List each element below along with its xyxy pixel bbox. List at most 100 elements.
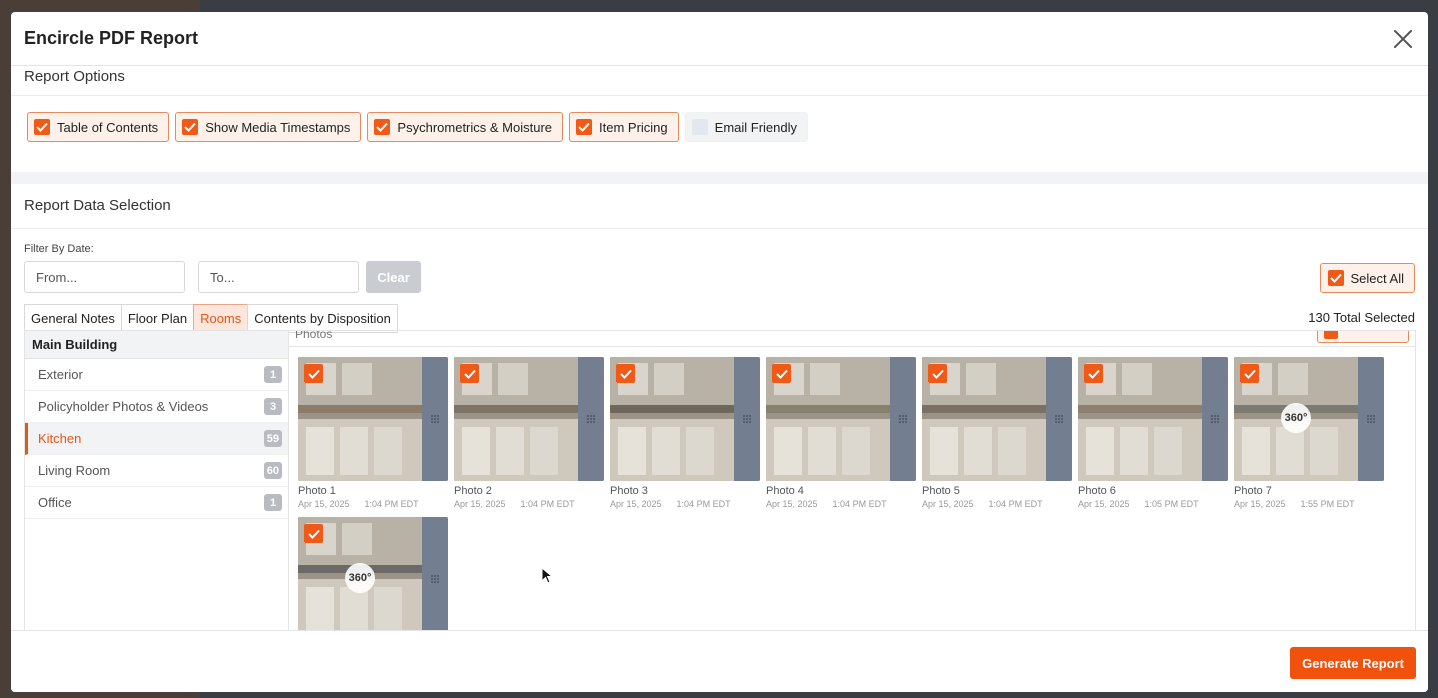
count-badge: 60 — [263, 462, 282, 479]
photo-card[interactable]: Photo 1 Apr 15, 2025 1:04 PM EDT — [298, 357, 448, 517]
drag-handle-icon[interactable] — [1358, 357, 1384, 481]
photo-title: Photo 1 — [298, 485, 336, 497]
checkbox-checked-icon[interactable] — [1084, 364, 1103, 383]
report-options-row: Table of Contents Show Media Timestamps … — [11, 96, 1428, 172]
checkbox-checked-icon[interactable] — [460, 364, 479, 383]
photo-thumbnail[interactable]: 360° — [298, 517, 448, 635]
tab-general-notes[interactable]: General Notes — [24, 304, 122, 333]
checkbox-checked-icon[interactable] — [34, 119, 50, 135]
drag-handle-icon[interactable] — [422, 517, 448, 635]
report-options-title: Report Options — [11, 66, 1428, 96]
to-date-input[interactable]: To... — [198, 261, 359, 293]
close-icon[interactable] — [1392, 28, 1414, 50]
total-selected-count: 130 Total Selected — [1308, 310, 1415, 325]
option-label: Psychrometrics & Moisture — [397, 119, 553, 135]
rooms-sidebar: Main Building Exterior 1 Policyholder Ph… — [25, 331, 289, 635]
photo-card[interactable]: Photo 3 Apr 15, 2025 1:04 PM EDT — [610, 357, 760, 517]
photo-card[interactable]: 360° — [298, 517, 448, 635]
modal-header: Encircle PDF Report — [11, 12, 1428, 66]
checkbox-checked-icon[interactable] — [304, 364, 323, 383]
option-show-media-timestamps[interactable]: Show Media Timestamps — [175, 112, 362, 142]
photo-thumbnail[interactable] — [454, 357, 604, 481]
photo-timestamp: Apr 15, 2025 1:04 PM EDT — [610, 499, 760, 509]
checkbox-checked-icon[interactable] — [928, 364, 947, 383]
option-table-of-contents[interactable]: Table of Contents — [27, 112, 170, 142]
photo-thumbnail[interactable] — [922, 357, 1072, 481]
photo-card[interactable]: Photo 2 Apr 15, 2025 1:04 PM EDT — [454, 357, 604, 517]
photo-card[interactable]: Photo 5 Apr 15, 2025 1:04 PM EDT — [922, 357, 1072, 517]
photo-timestamp: Apr 15, 2025 1:55 PM EDT — [1234, 499, 1384, 509]
photo-date: Apr 15, 2025 — [1078, 499, 1130, 509]
checkbox-checked-icon[interactable] — [182, 119, 199, 135]
photo-thumbnail[interactable] — [766, 357, 916, 481]
clear-button[interactable]: Clear — [366, 261, 421, 293]
drag-handle-icon[interactable] — [578, 357, 604, 481]
drag-handle-icon[interactable] — [734, 357, 760, 481]
photo-date: Apr 15, 2025 — [298, 499, 350, 509]
photo-time: 1:04 PM EDT — [832, 499, 887, 509]
checkbox-unchecked-icon[interactable] — [691, 119, 708, 135]
checkbox-checked-icon[interactable] — [576, 119, 593, 135]
photo-date: Apr 15, 2025 — [610, 499, 662, 509]
photo-time: 1:04 PM EDT — [364, 499, 419, 509]
photo-card[interactable]: 360° Photo 7 Apr 15, 2025 1:55 PM EDT — [1234, 357, 1384, 517]
360-pano-icon: 360° — [1281, 403, 1311, 433]
sidebar-item-living-room[interactable]: Living Room 60 — [25, 455, 288, 487]
rooms-content: Main Building Exterior 1 Policyholder Ph… — [24, 330, 1416, 636]
photos-header: Photos — [289, 331, 1415, 347]
photo-time: 1:05 PM EDT — [1144, 499, 1199, 509]
drag-handle-icon[interactable] — [1046, 357, 1072, 481]
photos-select-all-button[interactable] — [1317, 331, 1409, 343]
drag-handle-icon[interactable] — [1202, 357, 1228, 481]
checkbox-checked-icon[interactable] — [1327, 270, 1344, 286]
photo-time: 1:04 PM EDT — [520, 499, 575, 509]
section-divider — [11, 172, 1428, 184]
count-badge: 3 — [264, 398, 282, 415]
tabs-row: General Notes Floor Plan Rooms Contents … — [11, 304, 1428, 333]
filter-row: From... To... Clear Select All — [11, 261, 1428, 293]
photo-thumbnail[interactable] — [298, 357, 448, 481]
checkbox-checked-icon[interactable] — [374, 119, 391, 135]
tab-contents-by-disposition[interactable]: Contents by Disposition — [247, 304, 398, 333]
option-email-friendly[interactable]: Email Friendly — [684, 112, 809, 142]
photo-date: Apr 15, 2025 — [1234, 499, 1286, 509]
sidebar-item-label: Office — [38, 495, 72, 510]
sidebar-item-office[interactable]: Office 1 — [25, 487, 288, 519]
option-label: Item Pricing — [599, 119, 668, 135]
tab-rooms[interactable]: Rooms — [193, 304, 249, 333]
sidebar-item-exterior[interactable]: Exterior 1 — [25, 359, 288, 391]
photo-title: Photo 6 — [1078, 485, 1116, 497]
photo-thumbnail[interactable] — [1078, 357, 1228, 481]
photo-date: Apr 15, 2025 — [922, 499, 974, 509]
checkbox-checked-icon[interactable] — [772, 364, 791, 383]
drag-handle-icon[interactable] — [890, 357, 916, 481]
photo-timestamp: Apr 15, 2025 1:04 PM EDT — [766, 499, 916, 509]
from-date-input[interactable]: From... — [24, 261, 185, 293]
photo-title: Photo 3 — [610, 485, 648, 497]
checkbox-checked-icon[interactable] — [616, 364, 635, 383]
photo-title: Photo 5 — [922, 485, 960, 497]
mouse-cursor-icon — [541, 567, 554, 584]
photo-thumbnail[interactable]: 360° — [1234, 357, 1384, 481]
filter-by-date-label: Filter By Date: — [24, 243, 94, 255]
sidebar-item-label: Policyholder Photos & Videos — [38, 399, 209, 414]
photo-card[interactable]: Photo 4 Apr 15, 2025 1:04 PM EDT — [766, 357, 916, 517]
checkbox-checked-icon[interactable] — [1324, 331, 1338, 339]
tab-floor-plan[interactable]: Floor Plan — [120, 304, 195, 333]
sidebar-item-kitchen[interactable]: Kitchen 59 — [25, 423, 288, 455]
sidebar-item-policyholder-photos[interactable]: Policyholder Photos & Videos 3 — [25, 391, 288, 423]
option-psychrometrics-moisture[interactable]: Psychrometrics & Moisture — [367, 112, 564, 142]
photo-timestamp: Apr 15, 2025 1:05 PM EDT — [1078, 499, 1228, 509]
photo-date: Apr 15, 2025 — [454, 499, 506, 509]
select-all-button[interactable]: Select All — [1319, 263, 1415, 293]
checkbox-checked-icon[interactable] — [304, 524, 323, 543]
photo-thumbnail[interactable] — [610, 357, 760, 481]
photo-title: Photo 2 — [454, 485, 492, 497]
generate-report-button[interactable]: Generate Report — [1290, 647, 1416, 679]
photo-card[interactable]: Photo 6 Apr 15, 2025 1:05 PM EDT — [1078, 357, 1228, 517]
option-item-pricing[interactable]: Item Pricing — [569, 112, 679, 142]
count-badge: 1 — [264, 494, 282, 511]
checkbox-checked-icon[interactable] — [1240, 364, 1259, 383]
sidebar-header: Main Building — [25, 331, 288, 359]
drag-handle-icon[interactable] — [422, 357, 448, 481]
